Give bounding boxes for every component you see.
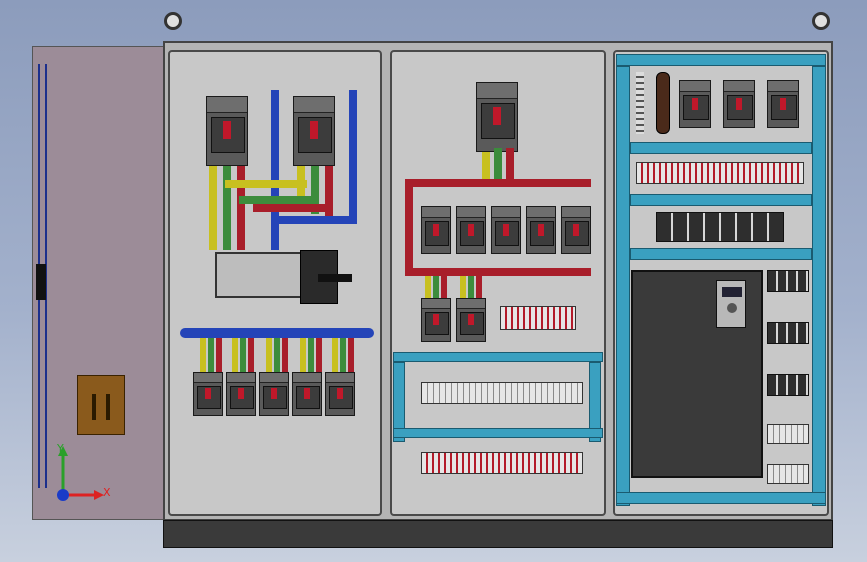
busbar-red-h bbox=[253, 204, 333, 212]
busbar-blue-b bbox=[349, 90, 357, 222]
axis-y-label: Y bbox=[57, 442, 64, 455]
busbar-blue-h bbox=[275, 216, 357, 224]
mid-breaker-7[interactable] bbox=[456, 298, 486, 342]
mid-breaker-6[interactable] bbox=[421, 298, 451, 342]
duct-r-h3 bbox=[630, 248, 812, 260]
lifting-eye-left-icon bbox=[164, 12, 182, 30]
feeder-breaker-5[interactable] bbox=[325, 372, 355, 416]
ground-terminals bbox=[636, 72, 644, 134]
duct-r-left bbox=[616, 66, 630, 506]
feeder-breaker-1[interactable] bbox=[193, 372, 223, 416]
aux-breaker-3[interactable] bbox=[767, 80, 799, 128]
feeder-breaker-4[interactable] bbox=[292, 372, 322, 416]
axis-x-label: X bbox=[103, 486, 111, 499]
cabinet-plinth bbox=[163, 520, 833, 548]
terminal-block-right-b bbox=[767, 424, 809, 444]
duct-r-top bbox=[616, 54, 826, 66]
duct-r-h2 bbox=[630, 194, 812, 206]
terminal-block-right-c bbox=[767, 464, 809, 484]
busbar-red-a bbox=[237, 166, 245, 250]
busbar-red-b bbox=[325, 166, 333, 222]
busbar-blue-a bbox=[271, 90, 279, 250]
main-breaker-2[interactable] bbox=[293, 96, 335, 166]
duct-r-h1 bbox=[630, 142, 812, 154]
cable-duct-h1 bbox=[393, 352, 603, 362]
aux-breaker-1[interactable] bbox=[679, 80, 711, 128]
terminal-block-mid-a bbox=[500, 306, 576, 330]
busbar-red-riser bbox=[405, 179, 413, 275]
transfer-switch[interactable] bbox=[215, 252, 305, 298]
feeder-breaker-2[interactable] bbox=[226, 372, 256, 416]
document-pocket bbox=[77, 375, 125, 435]
lifting-eye-right-icon bbox=[812, 12, 830, 30]
busbar-green-a bbox=[223, 166, 231, 250]
busbar-red-top bbox=[405, 179, 591, 187]
cable-duct-h2 bbox=[393, 428, 603, 438]
main-breaker-1[interactable] bbox=[206, 96, 248, 166]
terminal-block-mid-c bbox=[421, 452, 583, 474]
feeder-breaker-3[interactable] bbox=[259, 372, 289, 416]
ground-bar bbox=[656, 72, 670, 134]
duct-r-right bbox=[812, 66, 826, 506]
mid-breaker-5[interactable] bbox=[561, 206, 591, 254]
busbar-yellow-a bbox=[209, 166, 217, 250]
distribution-busbar bbox=[180, 328, 374, 338]
mid-breaker-1[interactable] bbox=[421, 206, 451, 254]
busbar-green-h bbox=[239, 196, 319, 204]
relay-r1 bbox=[767, 270, 809, 292]
duct-r-bottom bbox=[616, 492, 826, 504]
inverter-keypad[interactable] bbox=[716, 280, 746, 328]
terminal-block-right-a bbox=[636, 162, 804, 184]
mid-breaker-2[interactable] bbox=[456, 206, 486, 254]
relay-r2 bbox=[767, 322, 809, 344]
mid-breaker-3[interactable] bbox=[491, 206, 521, 254]
mid-breaker-4[interactable] bbox=[526, 206, 556, 254]
busbar-yellow-h bbox=[225, 180, 307, 188]
door-handle[interactable] bbox=[36, 264, 46, 300]
incomer-breaker[interactable] bbox=[476, 82, 518, 152]
terminal-block-mid-b bbox=[421, 382, 583, 404]
aux-breaker-2[interactable] bbox=[723, 80, 755, 128]
handle-lever[interactable] bbox=[318, 274, 352, 282]
cad-viewport[interactable]: { "axes": {"x_label": "X", "y_label": "Y… bbox=[0, 0, 867, 562]
relay-r3 bbox=[767, 374, 809, 396]
busbar-red-bottom bbox=[405, 268, 591, 276]
relay-bank bbox=[656, 212, 784, 242]
